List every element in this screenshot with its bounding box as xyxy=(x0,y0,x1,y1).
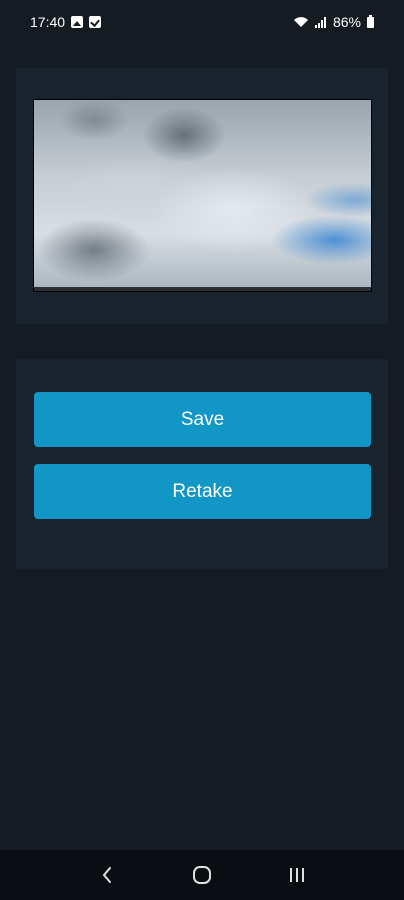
back-icon[interactable] xyxy=(87,855,127,895)
save-button[interactable]: Save xyxy=(34,392,371,447)
status-bar: 17:40 86% xyxy=(0,0,404,44)
wifi-icon xyxy=(293,16,309,28)
battery-percentage: 86% xyxy=(332,14,361,30)
navigation-bar xyxy=(0,850,404,900)
status-right: 86% xyxy=(293,14,374,30)
check-notification-icon xyxy=(89,16,102,28)
battery-icon xyxy=(367,14,374,28)
retake-button[interactable]: Retake xyxy=(34,464,371,519)
photo-treeline xyxy=(34,287,371,291)
signal-icon xyxy=(314,16,327,28)
home-icon[interactable] xyxy=(182,855,222,895)
recents-icon[interactable] xyxy=(277,855,317,895)
status-time: 17:40 xyxy=(30,14,66,30)
image-notification-icon xyxy=(71,16,84,28)
photo-preview xyxy=(33,99,372,292)
photo-preview-panel xyxy=(16,68,388,324)
action-panel: Save Retake xyxy=(16,359,388,569)
status-left: 17:40 xyxy=(30,14,102,30)
